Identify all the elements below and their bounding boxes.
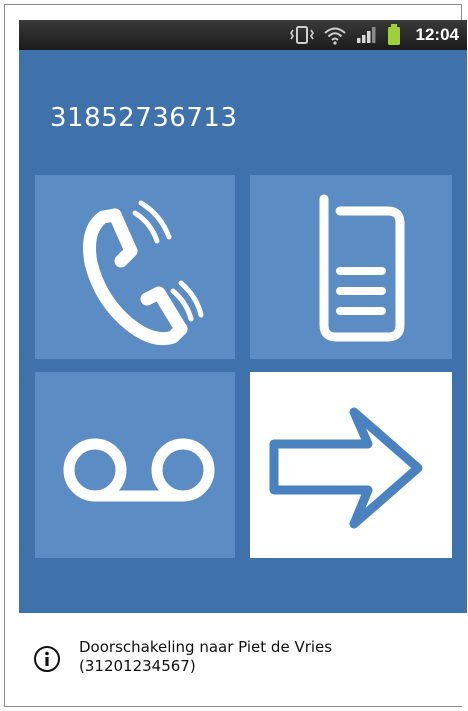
mobile-tile[interactable] [250,175,452,359]
voicemail-tile[interactable] [35,372,235,558]
call-tile[interactable] [35,175,235,359]
voicemail-icon [63,438,215,502]
phone-handset-icon [83,200,204,346]
mobile-phone-icon [319,194,405,342]
vibrate-icon [289,26,314,44]
status-time: 12:04 [415,25,459,44]
status-icons: 12:04 [289,20,459,50]
forward-arrow-icon [269,407,423,529]
phone-screen: 12:04 31852736713 Doorschakeling naar Pi… [19,20,467,706]
forward-info-text: Doorschakeling naar Piet de Vries (31201… [79,638,332,676]
battery-icon [387,24,400,45]
phone-number: 31852736713 [50,103,238,133]
forward-tile[interactable] [250,372,452,558]
signal-icon [356,27,376,43]
call-screen: 31852736713 [19,50,467,613]
forward-info: Doorschakeling naar Piet de Vries (31201… [19,613,467,706]
forward-target-name: Doorschakeling naar Piet de Vries [79,638,333,656]
status-bar: 12:04 [19,20,467,50]
info-icon [34,646,60,672]
forward-target-number: (31201234567) [79,657,196,675]
wifi-icon [323,27,346,45]
